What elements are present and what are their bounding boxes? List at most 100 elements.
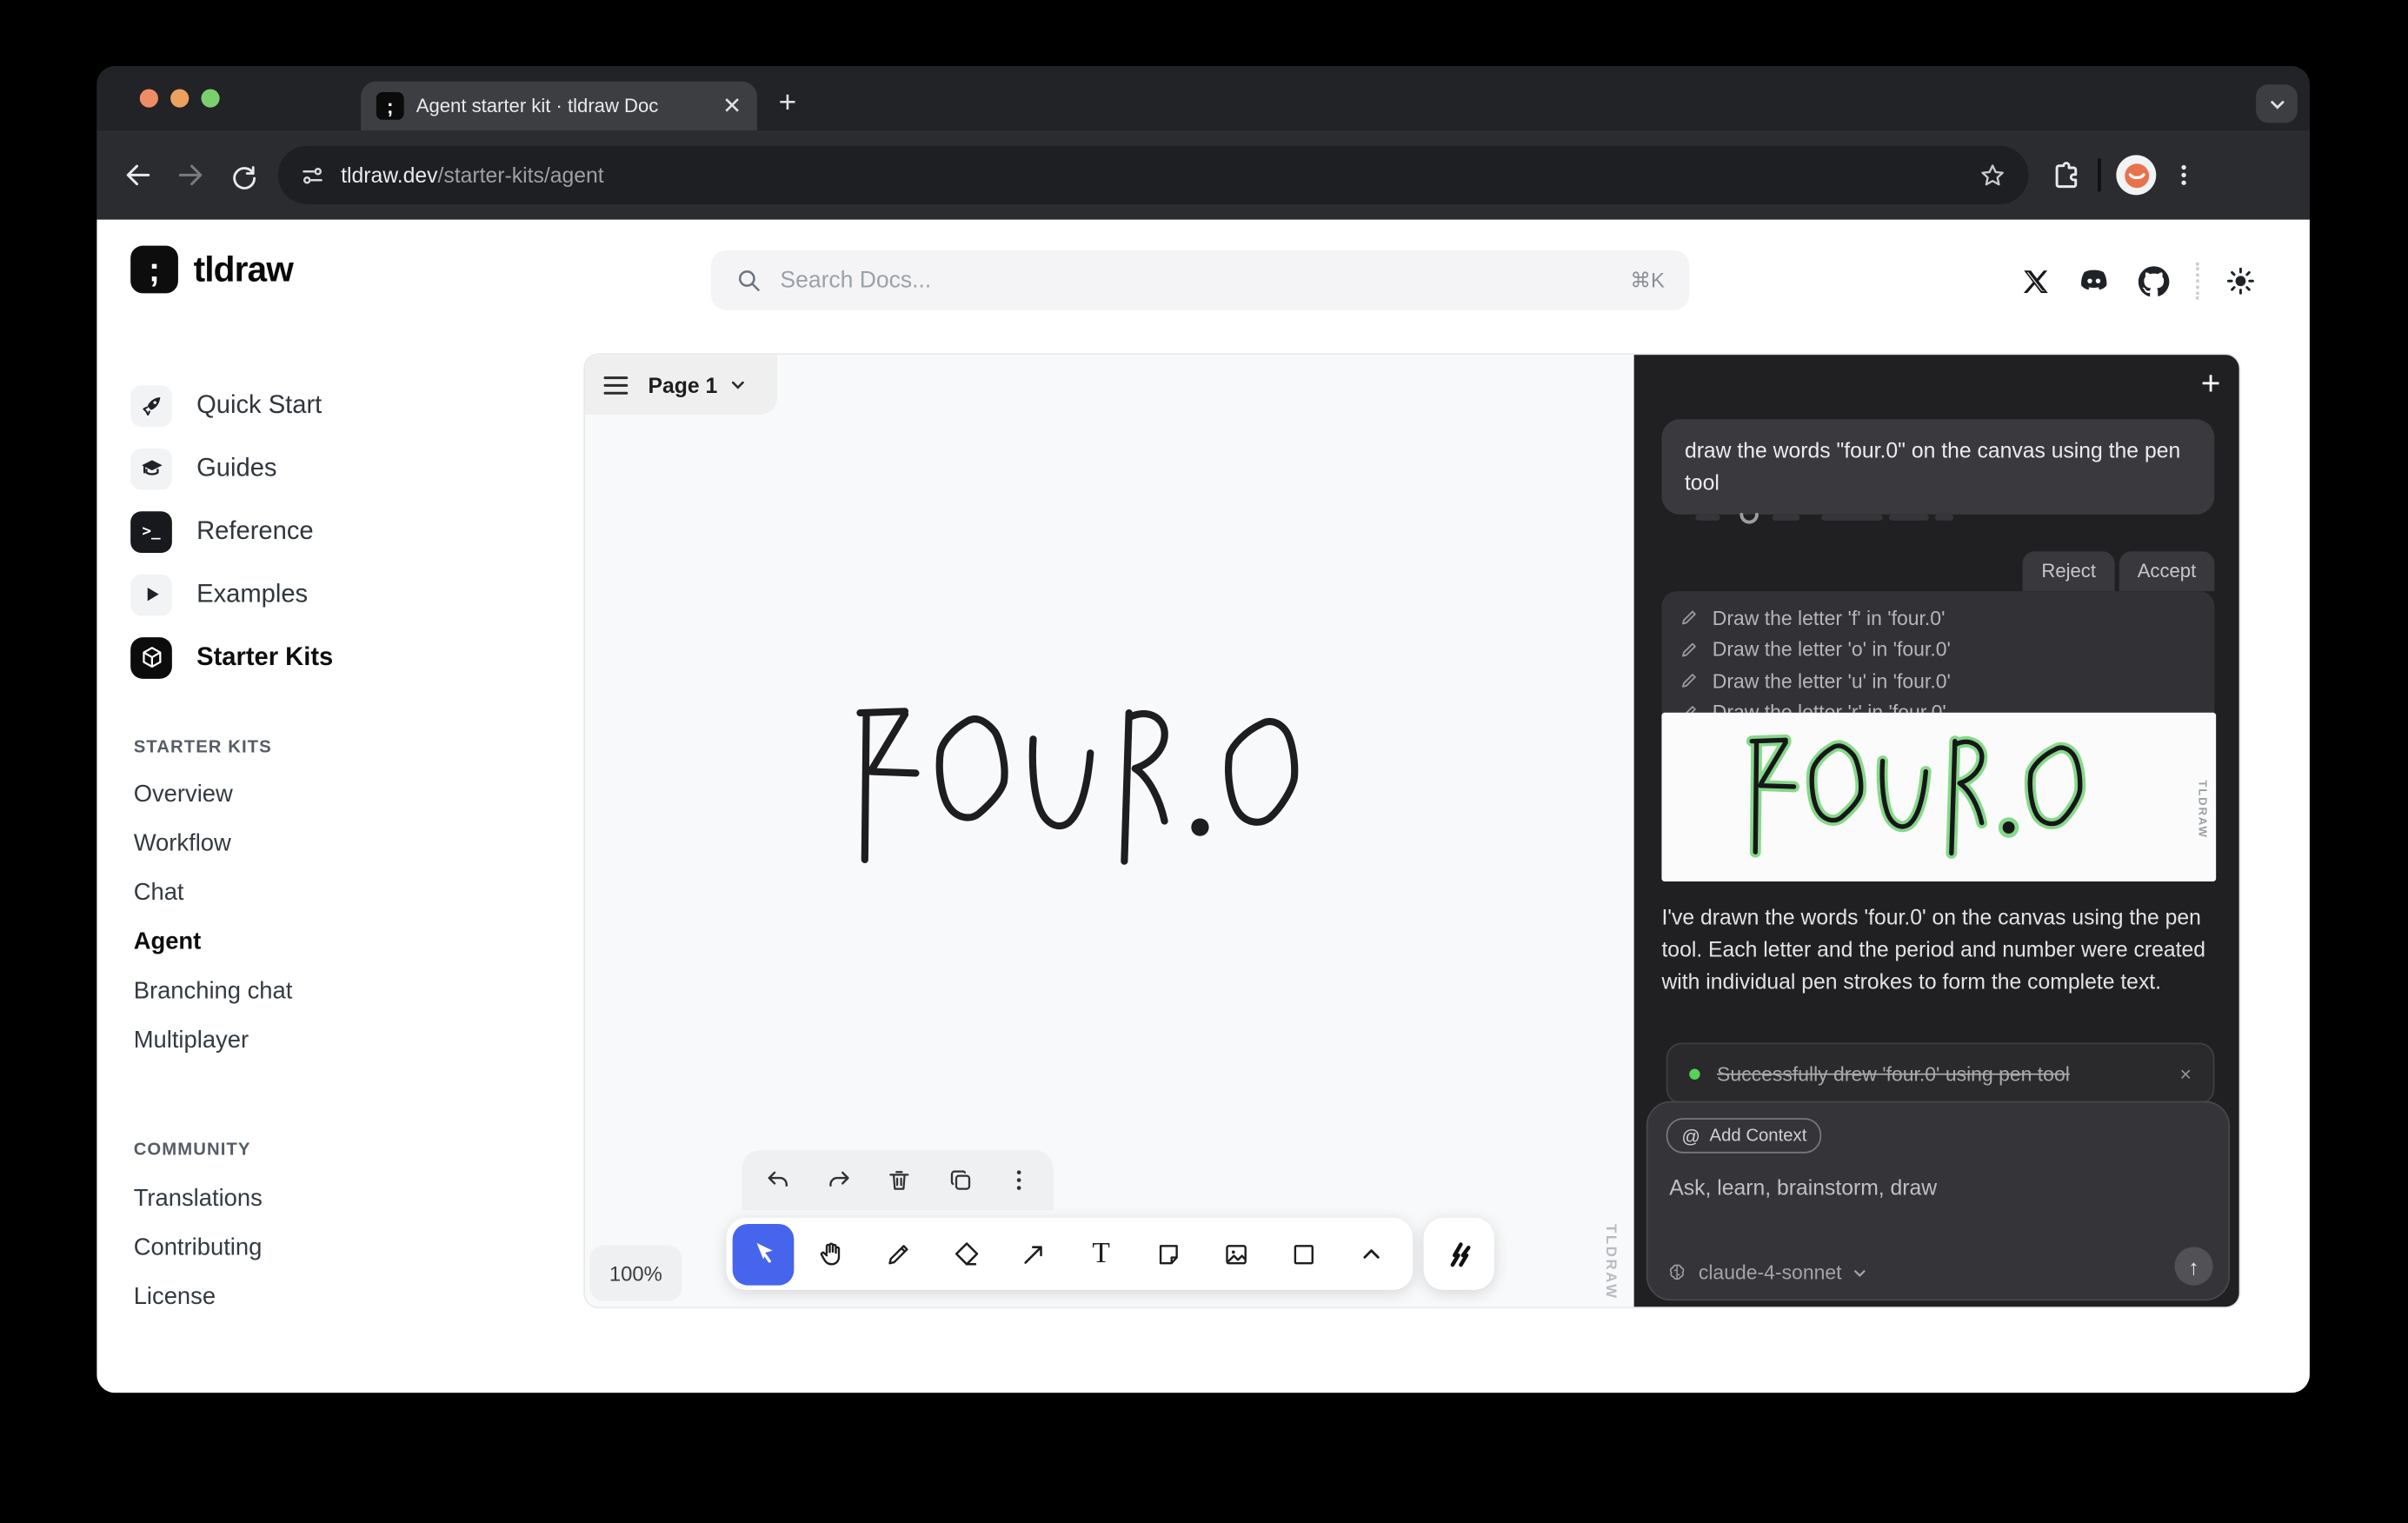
sidebar-link-license[interactable]: License bbox=[134, 1284, 216, 1312]
sidebar-link-translations[interactable]: Translations bbox=[134, 1186, 263, 1214]
new-chat-button[interactable]: + bbox=[2201, 364, 2221, 404]
rectangle-icon bbox=[1290, 1240, 1318, 1268]
rectangle-tool[interactable] bbox=[1273, 1223, 1334, 1285]
send-button[interactable]: ↑ bbox=[2174, 1247, 2212, 1285]
main-menu-icon[interactable] bbox=[603, 374, 628, 396]
reload-button[interactable] bbox=[216, 149, 269, 201]
eraser-tool[interactable] bbox=[935, 1223, 997, 1285]
url-host: tldraw.dev bbox=[341, 163, 437, 187]
toolbar-divider bbox=[2098, 158, 2101, 192]
site-settings-icon[interactable] bbox=[299, 162, 325, 188]
agent-chat-panel: + draw the words "four.0" on the canvas … bbox=[1634, 355, 2241, 1307]
canvas-drawing-four-0[interactable] bbox=[835, 689, 1346, 886]
traffic-light-close[interactable] bbox=[140, 89, 158, 107]
more-tools-button[interactable] bbox=[1340, 1223, 1402, 1285]
sidebar-link-contributing[interactable]: Contributing bbox=[134, 1234, 263, 1262]
theme-sun-icon[interactable] bbox=[2225, 266, 2256, 296]
cursor-icon bbox=[748, 1240, 778, 1269]
sidebar-link-workflow[interactable]: Workflow bbox=[134, 831, 231, 859]
delete-trash-icon[interactable] bbox=[886, 1167, 912, 1194]
asset-tool[interactable] bbox=[1206, 1223, 1267, 1285]
address-bar[interactable]: tldraw.dev/starter-kits/agent bbox=[278, 146, 2029, 204]
tab-search-chevron-button[interactable] bbox=[2256, 84, 2298, 123]
sidebar-item-starter-kits[interactable]: Starter Kits bbox=[130, 635, 333, 678]
redo-icon[interactable] bbox=[826, 1167, 852, 1194]
success-dot-icon bbox=[1689, 1068, 1700, 1079]
todo-list: Draw the letter 'f' in 'four.0' Draw the… bbox=[1661, 591, 2214, 725]
hand-tool[interactable] bbox=[800, 1223, 861, 1285]
draw-tool[interactable] bbox=[868, 1223, 929, 1285]
sidebar-link-agent[interactable]: Agent bbox=[134, 929, 202, 957]
graduation-cap-icon bbox=[130, 448, 172, 489]
sidebar-link-multiplayer[interactable]: Multiplayer bbox=[134, 1028, 249, 1055]
tab-favicon-tldraw-icon: ; bbox=[376, 92, 404, 120]
duplicate-icon[interactable] bbox=[947, 1167, 973, 1194]
tldraw-logo-icon: ; bbox=[130, 246, 178, 294]
x-twitter-icon[interactable] bbox=[2021, 267, 2051, 296]
zoom-level[interactable]: 100% bbox=[589, 1246, 682, 1301]
sidebar-item-label: Quick Start bbox=[196, 391, 322, 421]
forward-button[interactable] bbox=[164, 149, 216, 201]
sidebar-section-community: COMMUNITY bbox=[134, 1141, 251, 1160]
url-text: tldraw.dev/starter-kits/agent bbox=[341, 163, 1978, 187]
tool-status-chip: Successfully drew 'four.0' using pen too… bbox=[1666, 1043, 2215, 1105]
search-box[interactable]: ⌘K bbox=[711, 250, 1689, 310]
tab-close-icon[interactable]: ✕ bbox=[722, 92, 742, 120]
dismiss-status-icon[interactable]: × bbox=[2179, 1062, 2191, 1085]
sidebar-link-chat[interactable]: Chat bbox=[134, 880, 184, 908]
arrow-tool[interactable] bbox=[1003, 1223, 1065, 1285]
add-context-button[interactable]: @ Add Context bbox=[1666, 1118, 1822, 1154]
image-icon bbox=[1222, 1240, 1250, 1268]
screenshot-root: ; Agent starter kit · tldraw Doc ✕ + tl bbox=[0, 0, 2408, 1523]
review-actions: Reject Accept bbox=[2023, 551, 2214, 591]
reject-button[interactable]: Reject bbox=[2023, 551, 2114, 591]
sidebar-item-examples[interactable]: Examples bbox=[130, 573, 308, 615]
page-menu-button[interactable]: Page 1 bbox=[648, 372, 746, 396]
bookmark-star-icon[interactable] bbox=[1978, 161, 2007, 190]
note-tool[interactable] bbox=[1138, 1223, 1200, 1285]
more-kebab-icon[interactable] bbox=[1008, 1168, 1030, 1191]
user-message: draw the words "four.0" on the canvas us… bbox=[1661, 419, 2214, 515]
sidebar-link-overview[interactable]: Overview bbox=[134, 781, 233, 809]
arrow-up-right-icon bbox=[1020, 1240, 1048, 1268]
undo-icon[interactable] bbox=[765, 1167, 791, 1194]
discord-icon[interactable] bbox=[2076, 263, 2112, 299]
chat-input[interactable]: Ask, learn, brainstorm, draw bbox=[1669, 1174, 1937, 1199]
select-tool[interactable] bbox=[733, 1223, 795, 1285]
text-tool[interactable]: T bbox=[1070, 1223, 1132, 1285]
pen-icon bbox=[1680, 609, 1699, 627]
accept-button[interactable]: Accept bbox=[2119, 551, 2214, 591]
sidebar-link-branching-chat[interactable]: Branching chat bbox=[134, 978, 293, 1006]
header-divider bbox=[2196, 263, 2199, 299]
tldraw-logo[interactable]: ; tldraw bbox=[130, 246, 293, 294]
agent-response-text: I've drawn the words 'four.0' on the can… bbox=[1661, 901, 2211, 998]
browser-menu-kebab-icon[interactable] bbox=[2172, 163, 2196, 187]
note-icon bbox=[1154, 1240, 1182, 1268]
sidebar-item-label: Guides bbox=[196, 454, 276, 483]
agent-scribble-button[interactable] bbox=[1424, 1218, 1494, 1290]
todo-item: Draw the letter 'u' in 'four.0' bbox=[1680, 665, 2197, 696]
github-icon[interactable] bbox=[2138, 265, 2170, 297]
pencil-icon bbox=[885, 1240, 913, 1268]
sidebar-item-guides[interactable]: Guides bbox=[130, 447, 276, 489]
profile-avatar[interactable] bbox=[2116, 155, 2156, 195]
browser-tab[interactable]: ; Agent starter kit · tldraw Doc ✕ bbox=[361, 82, 757, 131]
search-input[interactable] bbox=[777, 266, 1615, 296]
todo-item: Draw the letter 'o' in 'four.0' bbox=[1680, 634, 2197, 665]
tldraw-canvas[interactable]: Page 1 bbox=[585, 355, 1634, 1307]
traffic-light-minimize[interactable] bbox=[170, 89, 189, 107]
extensions-puzzle-icon[interactable] bbox=[2050, 159, 2082, 191]
play-icon bbox=[130, 574, 172, 615]
new-tab-button[interactable]: + bbox=[779, 88, 797, 118]
traffic-light-zoom[interactable] bbox=[201, 89, 219, 107]
url-path: /starter-kits/agent bbox=[438, 163, 604, 187]
back-button[interactable] bbox=[112, 149, 164, 201]
chat-composer[interactable]: @ Add Context Ask, learn, brainstorm, dr… bbox=[1646, 1101, 2230, 1301]
model-selector[interactable]: claude-4-sonnet bbox=[1666, 1260, 1868, 1283]
chevron-down-icon bbox=[729, 376, 746, 393]
tab-title: Agent starter kit · tldraw Doc bbox=[416, 96, 710, 117]
sidebar-item-quick-start[interactable]: Quick Start bbox=[130, 384, 322, 427]
add-context-label: Add Context bbox=[1710, 1127, 1807, 1145]
drawing-preview-image[interactable]: TLDRAW bbox=[1661, 713, 2216, 881]
sidebar-item-reference[interactable]: >_ Reference bbox=[130, 510, 313, 553]
